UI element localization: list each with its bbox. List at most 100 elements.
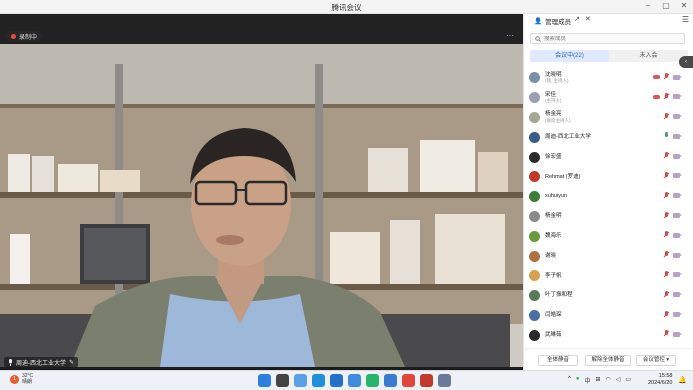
member-row[interactable]: 闫皓琛	[524, 306, 693, 326]
meeting-app-icon[interactable]	[348, 374, 361, 387]
camera-icon[interactable]	[673, 272, 682, 278]
mic-muted-icon[interactable]	[664, 310, 669, 319]
member-text: xuhuiyun	[545, 193, 567, 200]
tray-ime-icon[interactable]: ⊞	[595, 376, 600, 385]
camera-icon[interactable]	[673, 114, 682, 120]
avatar	[529, 191, 540, 203]
member-text: 杨金明	[545, 213, 562, 220]
member-name: 杨金明	[545, 213, 562, 220]
tray-ime-lang[interactable]: 中	[584, 376, 590, 385]
minimize-button[interactable]: –	[643, 1, 653, 10]
member-status-icons	[664, 310, 682, 319]
settings-icon[interactable]	[438, 374, 451, 387]
people-icon: 👤	[534, 18, 543, 25]
camera-icon[interactable]	[673, 173, 682, 179]
camera-icon[interactable]	[673, 133, 682, 139]
wifi-icon[interactable]: ◠	[606, 376, 611, 385]
start-icon[interactable]	[258, 374, 271, 387]
member-status-icons	[664, 330, 682, 338]
mic-muted-icon[interactable]	[664, 112, 669, 121]
member-row[interactable]: 李子帆	[524, 266, 693, 286]
mic-muted-icon[interactable]	[664, 152, 669, 160]
avatar	[529, 290, 540, 302]
member-row[interactable]: 周迪-西北工业大学	[524, 127, 693, 147]
camera-icon[interactable]	[673, 312, 682, 318]
wps-icon[interactable]	[402, 374, 415, 387]
search-input[interactable]	[544, 35, 674, 42]
mic-on-icon[interactable]	[664, 132, 669, 140]
notification-bell-icon[interactable]: 🔔	[678, 376, 687, 384]
battery-icon[interactable]: ▭	[625, 376, 631, 385]
maximize-button[interactable]: ▢	[661, 1, 671, 10]
search-icon	[535, 35, 541, 42]
video-area[interactable]: 录制中 ··· 周迪-西北工业大学 ✎	[0, 14, 523, 370]
media-icon[interactable]	[330, 374, 343, 387]
mic-muted-icon[interactable]	[664, 73, 669, 81]
close-window-button[interactable]: ✕	[679, 1, 689, 10]
member-search[interactable]	[530, 33, 685, 44]
member-row[interactable]: 杨金明	[524, 207, 693, 227]
member-text: 魏海乐	[545, 233, 562, 240]
member-tabs: 会议中(22) 未入会	[530, 50, 688, 62]
files-icon[interactable]	[384, 374, 397, 387]
camera-icon[interactable]	[673, 292, 682, 298]
member-row[interactable]: 魏海乐	[524, 226, 693, 246]
member-row[interactable]: 徐宏盛	[524, 147, 693, 167]
edge-icon[interactable]	[312, 374, 325, 387]
tab-in-meeting[interactable]: 会议中(22)	[530, 50, 609, 62]
mute-all-button[interactable]: 全体静音	[538, 355, 578, 366]
member-name: 闫皓琛	[545, 312, 562, 319]
mic-muted-icon[interactable]	[664, 270, 669, 279]
tray-wechat-icon[interactable]: ●	[576, 376, 580, 385]
member-row[interactable]: xuhuiyun	[524, 187, 693, 207]
video-more-button[interactable]: ···	[506, 31, 514, 40]
recording-indicator[interactable]: 录制中	[6, 31, 43, 41]
mic-muted-icon[interactable]	[664, 171, 669, 180]
window-controls: – ▢ ✕	[643, 1, 689, 10]
camera-icon[interactable]	[673, 94, 682, 100]
tray-caret-icon[interactable]: ^	[568, 376, 571, 385]
member-row[interactable]: 叶丁振和程	[524, 286, 693, 306]
camera-icon[interactable]	[673, 74, 682, 80]
tab-not-joined[interactable]: 未入会	[609, 50, 688, 62]
member-row[interactable]: 杨金亮 (联席主持人)	[524, 108, 693, 128]
volume-icon[interactable]: ◁	[616, 376, 621, 385]
member-row[interactable]: 宋佳 (主持人)	[524, 88, 693, 108]
member-row[interactable]: 武琳茹	[524, 325, 693, 345]
member-name: 徐宏盛	[545, 153, 562, 160]
clock-date: 2024/6/20	[648, 380, 673, 386]
meeting-control-button[interactable]: 会议管控 ▾	[636, 355, 676, 366]
mic-muted-icon[interactable]	[664, 330, 669, 338]
collapse-panel-icon[interactable]: ‹	[679, 56, 693, 68]
close-panel-icon[interactable]: ✕	[585, 15, 591, 23]
mic-muted-icon[interactable]	[664, 290, 669, 299]
mic-icon	[9, 358, 12, 366]
popout-icon[interactable]: ↗	[574, 15, 580, 23]
mic-muted-icon[interactable]	[664, 251, 669, 259]
camera-icon[interactable]	[673, 153, 682, 159]
member-status-icons	[653, 73, 682, 81]
camera-icon[interactable]	[673, 252, 682, 258]
clock[interactable]: 15:58 2024/6/20	[648, 373, 672, 387]
weather-widget[interactable]: 1 32°C 晴朗	[10, 373, 33, 385]
office-icon[interactable]	[420, 374, 433, 387]
speaker-name: 周迪-西北工业大学	[16, 360, 66, 367]
mic-muted-icon[interactable]	[664, 231, 669, 239]
mic-muted-icon[interactable]	[664, 92, 669, 101]
camera-icon[interactable]	[673, 193, 682, 199]
member-row[interactable]: 沈晓明 (我, 主持人)	[524, 68, 693, 88]
task-view-icon[interactable]	[276, 374, 289, 387]
unmute-all-button[interactable]: 解除全体静音	[585, 355, 631, 366]
camera-icon[interactable]	[673, 331, 682, 337]
menu-icon[interactable]: ☰	[682, 15, 689, 24]
camera-icon[interactable]	[673, 213, 682, 219]
mic-muted-icon[interactable]	[664, 211, 669, 220]
member-row[interactable]: 谢晓	[524, 246, 693, 266]
camera-icon[interactable]	[673, 232, 682, 238]
edit-icon[interactable]: ✎	[69, 359, 74, 366]
app-icon[interactable]	[294, 374, 307, 387]
mic-muted-icon[interactable]	[664, 191, 669, 200]
member-status-icons	[664, 112, 682, 121]
member-row[interactable]: Rehmat (罗迪)	[524, 167, 693, 187]
chrome-icon[interactable]	[366, 374, 379, 387]
